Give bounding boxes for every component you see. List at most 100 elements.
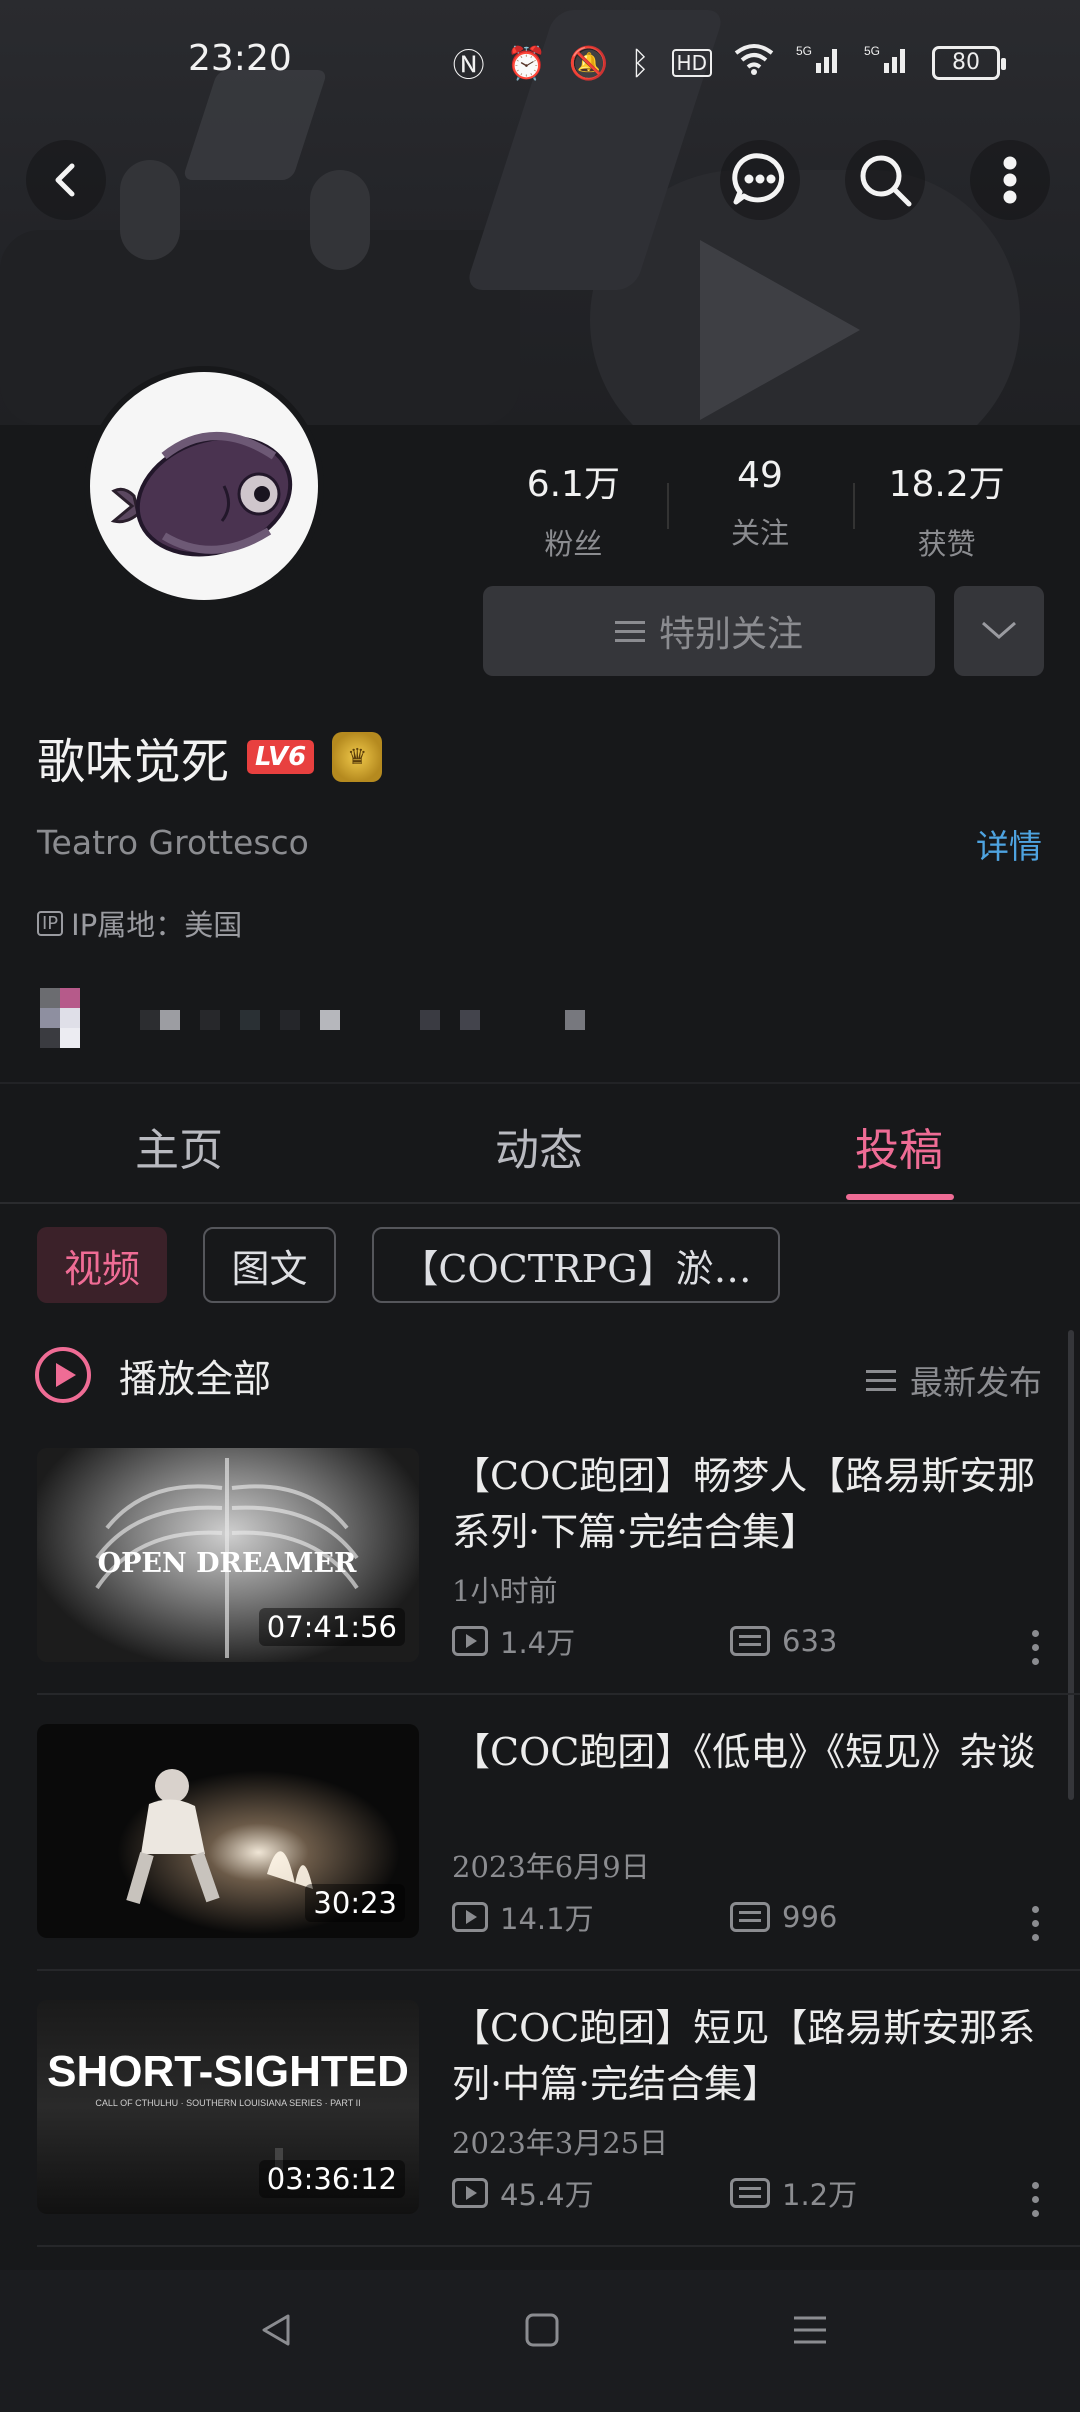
video-date: 2023年3月25日 xyxy=(452,2126,669,2160)
svg-text:5G: 5G xyxy=(864,44,880,58)
video-thumbnail[interactable]: OPEN DREAMER 07:41:56 xyxy=(37,1448,419,1662)
wifi-icon xyxy=(734,43,774,83)
nav-menu-icon[interactable] xyxy=(790,2310,830,2350)
stat-label: 关注 xyxy=(731,516,790,550)
nav-back-icon[interactable] xyxy=(256,2310,296,2350)
video-date: 2023年6月9日 xyxy=(452,1850,650,1884)
thumbnail-subtitle: CALL OF CTHULHU · SOUTHERN LOUISIANA SER… xyxy=(95,2098,360,2108)
medal-icon[interactable]: ♛ xyxy=(332,732,383,782)
search-icon xyxy=(860,155,912,207)
user-name: 歌味觉死 xyxy=(37,734,230,790)
video-title[interactable]: 【COC跑团】畅梦人【路易斯安那系列·下篇·完结合集】 xyxy=(452,1448,1052,1560)
search-button[interactable] xyxy=(845,140,925,220)
video-thumbnail[interactable]: SHORT-SIGHTED CALL OF CTHULHU · SOUTHERN… xyxy=(37,2000,419,2214)
profile-tabs: 主页 动态 投稿 xyxy=(0,1082,1080,1204)
video-meta: 45.4万 1.2万 xyxy=(452,2172,857,2214)
video-item[interactable]: OPEN DREAMER 07:41:56 【COC跑团】畅梦人【路易斯安那系列… xyxy=(0,1448,1080,1724)
chip-collection[interactable]: 【COCTRPG】淤… xyxy=(372,1227,780,1303)
stat-likes[interactable]: 18.2万 获赞 xyxy=(853,455,1040,563)
video-meta: 14.1万 996 xyxy=(452,1896,837,1938)
sort-icon xyxy=(866,1364,896,1397)
name-row: 歌味觉死 LV6 ♛ xyxy=(37,722,383,792)
video-danmaku: 996 xyxy=(782,1900,838,1934)
message-icon xyxy=(732,153,785,205)
message-button[interactable] xyxy=(720,140,800,220)
video-more-icon[interactable] xyxy=(1032,1906,1040,1946)
tab-posts[interactable]: 投稿 xyxy=(855,1114,943,1178)
ip-location: IP IP属地：美国 xyxy=(37,902,242,944)
stat-label: 获赞 xyxy=(917,527,976,561)
more-icon xyxy=(1003,156,1017,204)
video-duration: 30:23 xyxy=(305,1884,405,1922)
views-icon xyxy=(452,1626,488,1656)
alarm-icon: ⏰ xyxy=(506,44,547,82)
video-item[interactable]: SHORT-SIGHTED CALL OF CTHULHU · SOUTHERN… xyxy=(0,2000,1080,2276)
banner-shape xyxy=(310,170,370,270)
video-date: 1小时前 xyxy=(452,1574,558,1608)
ip-icon: IP xyxy=(37,910,64,936)
video-duration: 03:36:12 xyxy=(258,2160,405,2198)
fish-avatar-image xyxy=(110,432,293,557)
video-views: 14.1万 xyxy=(500,1902,594,1936)
redacted-medal-row xyxy=(40,988,600,1050)
back-button[interactable] xyxy=(26,140,106,220)
stat-value: 18.2万 xyxy=(888,464,1005,505)
video-item[interactable]: 30:23 【COC跑团】《低电》《短见》杂谈 2023年6月9日 14.1万 … xyxy=(0,1724,1080,2000)
video-title[interactable]: 【COC跑团】短见【路易斯安那系列·中篇·完结合集】 xyxy=(452,2000,1052,2112)
banner-shape xyxy=(120,160,180,260)
status-bar: 23:20 Ⓝ ⏰ 🔕 ᛒ HD 5G 5G 80 xyxy=(0,0,1080,120)
video-thumbnail[interactable]: 30:23 xyxy=(37,1724,419,1938)
tab-dynamics[interactable]: 动态 xyxy=(495,1114,583,1178)
video-danmaku: 1.2万 xyxy=(782,2178,858,2212)
views-icon xyxy=(452,1902,488,1932)
sort-button[interactable]: 最新发布 xyxy=(866,1356,1042,1404)
nfc-icon: Ⓝ xyxy=(452,46,485,84)
divider xyxy=(37,1693,1080,1695)
play-circle-icon xyxy=(35,1347,91,1403)
avatar[interactable] xyxy=(84,366,324,606)
tab-active-indicator xyxy=(846,1194,954,1200)
stat-label: 粉丝 xyxy=(544,527,603,561)
nav-home-icon[interactable] xyxy=(522,2310,562,2350)
follow-dropdown-button[interactable] xyxy=(954,586,1044,676)
signal-5g-icon: 5G xyxy=(796,43,842,83)
danmaku-icon xyxy=(730,1902,770,1932)
stat-fans[interactable]: 6.1万 粉丝 xyxy=(480,455,667,563)
level-badge[interactable]: LV6 xyxy=(247,740,315,774)
bluetooth-icon: ᛒ xyxy=(630,44,650,82)
danmaku-icon xyxy=(730,1626,770,1656)
special-follow-button[interactable]: 特别关注 xyxy=(483,586,935,676)
chip-video[interactable]: 视频 xyxy=(37,1227,167,1303)
mute-icon: 🔕 xyxy=(568,44,609,82)
special-follow-label: 特别关注 xyxy=(658,614,803,655)
divider xyxy=(37,1969,1080,1971)
play-all-label: 播放全部 xyxy=(119,1356,272,1401)
views-icon xyxy=(452,2178,488,2208)
video-danmaku: 633 xyxy=(782,1624,838,1658)
stat-following[interactable]: 49 关注 xyxy=(666,455,854,563)
svg-text:5G: 5G xyxy=(796,44,812,58)
ip-location-label: IP属地：美国 xyxy=(71,908,243,942)
chip-image-text[interactable]: 图文 xyxy=(203,1227,336,1303)
video-more-icon[interactable] xyxy=(1032,1630,1040,1670)
sort-label: 最新发布 xyxy=(910,1363,1042,1402)
video-title[interactable]: 【COC跑团】《低电》《短见》杂谈 xyxy=(452,1724,1052,1780)
tab-home[interactable]: 主页 xyxy=(135,1114,223,1178)
danmaku-icon xyxy=(730,2178,770,2208)
user-signature: Teatro Grottesco xyxy=(37,823,309,862)
video-duration: 07:41:56 xyxy=(258,1608,405,1646)
status-time: 23:20 xyxy=(188,38,292,79)
detail-link[interactable]: 详情 xyxy=(976,820,1042,868)
profile-stats: 6.1万 粉丝 49 关注 18.2万 获赞 xyxy=(480,455,1040,563)
video-views: 1.4万 xyxy=(500,1626,576,1660)
chevron-down-icon xyxy=(982,621,1016,639)
play-all-button[interactable]: 播放全部 xyxy=(35,1347,271,1403)
status-icons: Ⓝ ⏰ 🔕 ᛒ HD 5G 5G 80 xyxy=(452,40,1006,86)
video-meta: 1.4万 633 xyxy=(452,1620,837,1662)
thumbnail-title: OPEN DREAMER xyxy=(98,1548,357,1579)
video-more-icon[interactable] xyxy=(1032,2182,1040,2222)
hd-icon: HD xyxy=(671,49,712,77)
stat-value: 6.1万 xyxy=(526,464,620,505)
divider xyxy=(37,2245,1080,2247)
more-button[interactable] xyxy=(970,140,1050,220)
